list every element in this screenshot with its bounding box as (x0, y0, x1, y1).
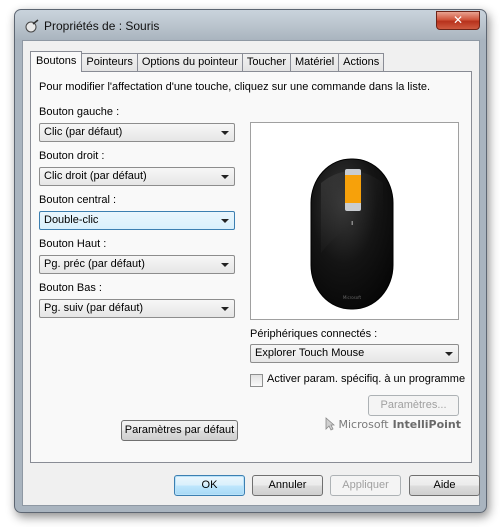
apply-button[interactable]: Appliquer (330, 475, 401, 496)
svg-text:Microsoft: Microsoft (343, 295, 362, 300)
left-button-label: Bouton gauche : (39, 106, 120, 118)
buttons-tab-panel: Pour modifier l'affectation d'une touche… (30, 71, 472, 463)
up-button-label: Bouton Haut : (39, 238, 107, 250)
tab-pointeurs[interactable]: Pointeurs (81, 53, 138, 71)
down-button-select[interactable]: Pg. suiv (par défaut) (39, 299, 235, 318)
left-button-value: Clic (par défaut) (44, 126, 123, 138)
instruction-text: Pour modifier l'affectation d'une touche… (39, 81, 431, 93)
chevron-down-icon (221, 131, 229, 135)
tab-strip: Boutons Pointeurs Options du pointeur To… (30, 51, 385, 72)
help-button[interactable]: Aide (409, 475, 480, 496)
right-button-select[interactable]: Clic droit (par défaut) (39, 167, 235, 186)
left-button-select[interactable]: Clic (par défaut) (39, 123, 235, 142)
dialog-client: Boutons Pointeurs Options du pointeur To… (22, 40, 480, 506)
middle-button-select[interactable]: Double-clic (39, 211, 235, 230)
mouse-icon (25, 19, 39, 33)
connected-device-select[interactable]: Explorer Touch Mouse (250, 344, 459, 363)
connected-device-value: Explorer Touch Mouse (255, 347, 365, 359)
app-specific-label: Activer param. spécifiq. à un programme (267, 373, 466, 385)
chevron-down-icon (221, 219, 229, 223)
right-button-label: Bouton droit : (39, 150, 105, 162)
intellipoint-logo: Microsoft IntelliPoint (325, 417, 461, 431)
settings-button[interactable]: Paramètres... (368, 395, 459, 416)
chevron-down-icon (445, 352, 453, 356)
middle-button-value: Double-clic (44, 214, 99, 226)
brand-name: IntelliPoint (392, 417, 461, 431)
ok-button[interactable]: OK (174, 475, 245, 496)
mouse-image: Microsoft (310, 158, 394, 310)
close-button[interactable]: ✕ (436, 11, 480, 30)
tab-actions[interactable]: Actions (338, 53, 385, 71)
tab-materiel[interactable]: Matériel (290, 53, 340, 71)
chevron-down-icon (221, 175, 229, 179)
down-button-label: Bouton Bas : (39, 282, 102, 294)
title-bar[interactable]: Propriétés de : Souris ✕ (15, 10, 486, 40)
chevron-down-icon (221, 307, 229, 311)
chevron-down-icon (221, 263, 229, 267)
mouse-properties-window: Propriétés de : Souris ✕ Boutons Pointeu… (14, 9, 487, 513)
cursor-icon (325, 417, 335, 431)
app-specific-checkbox[interactable] (250, 374, 263, 387)
connected-devices-label: Périphériques connectés : (250, 328, 378, 340)
brand-prefix: Microsoft (338, 417, 389, 431)
tab-toucher[interactable]: Toucher (241, 53, 292, 71)
window-title: Propriétés de : Souris (44, 19, 160, 33)
tab-boutons[interactable]: Boutons (30, 51, 83, 72)
middle-button-label: Bouton central : (39, 194, 117, 206)
right-button-value: Clic droit (par défaut) (44, 170, 147, 182)
highlight-middle-button (345, 175, 361, 203)
up-button-select[interactable]: Pg. préc (par défaut) (39, 255, 235, 274)
tab-options-du-pointeur[interactable]: Options du pointeur (136, 53, 243, 71)
down-button-value: Pg. suiv (par défaut) (44, 302, 144, 314)
mouse-preview: Microsoft (250, 122, 459, 320)
restore-defaults-button[interactable]: Paramètres par défaut (121, 420, 238, 441)
up-button-value: Pg. préc (par défaut) (44, 258, 145, 270)
close-icon: ✕ (452, 13, 464, 27)
cancel-button[interactable]: Annuler (252, 475, 323, 496)
